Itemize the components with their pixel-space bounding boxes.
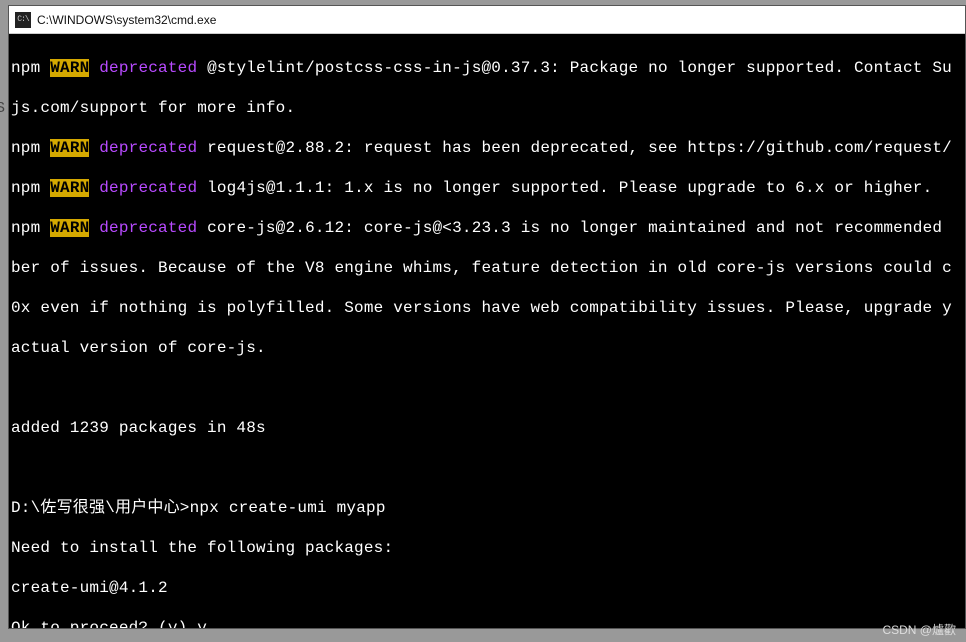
warn-line-4: core-js@2.6.12: core-js@<3.23.3 is no lo… — [197, 219, 952, 237]
added-packages: added 1239 packages in 48s — [11, 418, 963, 438]
warn-line-4d: actual version of core-js. — [11, 338, 963, 358]
warn-badge: WARN — [50, 219, 89, 237]
cmd-window: C:\ C:\WINDOWS\system32\cmd.exe npm WARN… — [8, 5, 966, 629]
package-name: create-umi@4.1.2 — [11, 578, 963, 598]
npm-label: npm — [11, 59, 40, 77]
deprecated-label: deprecated — [99, 179, 197, 197]
watermark: CSDN @爐歡 — [882, 621, 956, 638]
deprecated-label: deprecated — [99, 219, 197, 237]
warn-line-4b: ber of issues. Because of the V8 engine … — [11, 258, 963, 278]
background-text: S — [0, 100, 5, 117]
npm-label: npm — [11, 219, 40, 237]
warn-badge: WARN — [50, 179, 89, 197]
deprecated-label: deprecated — [99, 59, 197, 77]
window-title: C:\WINDOWS\system32\cmd.exe — [37, 13, 216, 27]
warn-line-2: request@2.88.2: request has been depreca… — [197, 139, 952, 157]
warn-line-3: log4js@1.1.1: 1.x is no longer supported… — [197, 179, 932, 197]
npm-label: npm — [11, 179, 40, 197]
warn-badge: WARN — [50, 59, 89, 77]
warn-line-1: @stylelint/postcss-css-in-js@0.37.3: Pac… — [197, 59, 952, 77]
terminal-output[interactable]: npm WARN deprecated @stylelint/postcss-c… — [9, 34, 965, 628]
npm-label: npm — [11, 139, 40, 157]
prompt-1: D:\佐写很强\用户中心>npx create-umi myapp — [11, 498, 963, 518]
titlebar[interactable]: C:\ C:\WINDOWS\system32\cmd.exe — [9, 6, 965, 34]
proceed-prompt: Ok to proceed? (y) y — [11, 618, 963, 628]
cmd-icon: C:\ — [15, 12, 31, 28]
deprecated-label: deprecated — [99, 139, 197, 157]
warn-line-1b: js.com/support for more info. — [11, 98, 963, 118]
warn-badge: WARN — [50, 139, 89, 157]
install-prompt: Need to install the following packages: — [11, 538, 963, 558]
warn-line-4c: 0x even if nothing is polyfilled. Some v… — [11, 298, 963, 318]
